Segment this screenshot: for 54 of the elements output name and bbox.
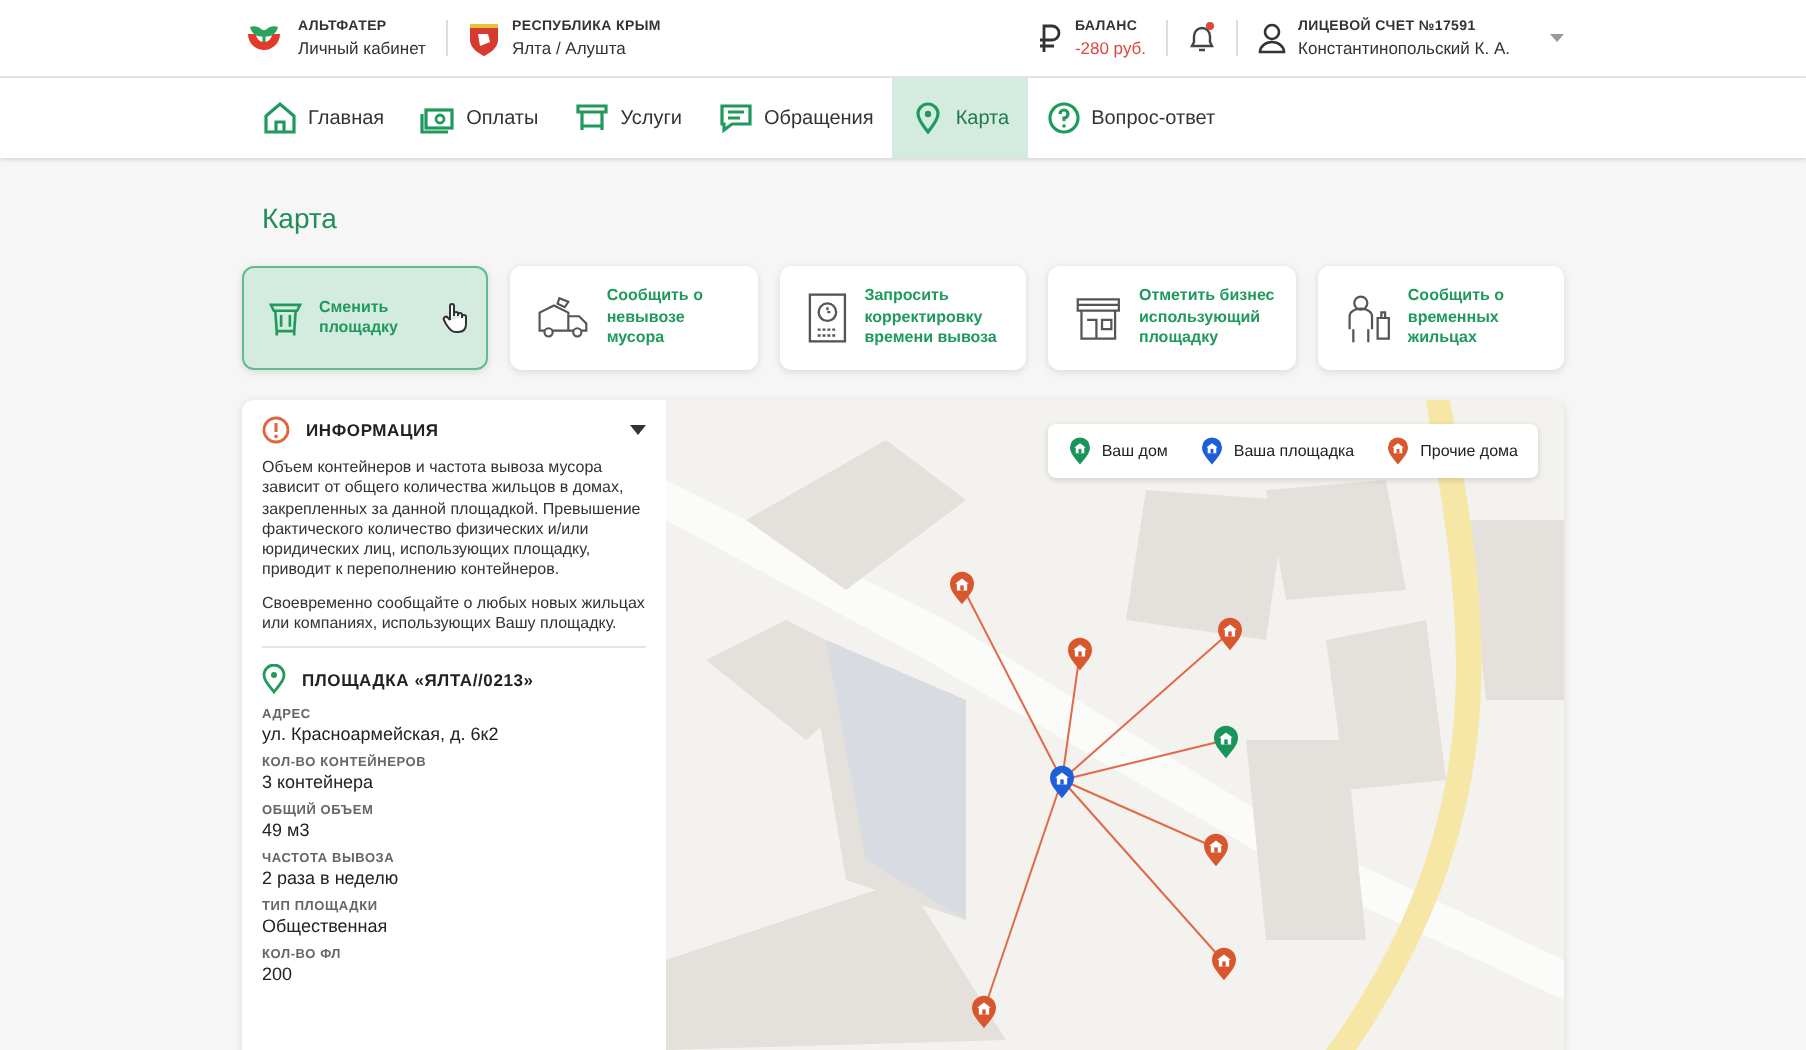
- action-card[interactable]: Сообщить о невывозе мусора: [510, 266, 758, 370]
- hand-cursor-icon: [442, 302, 471, 334]
- storefront-icon: [1074, 292, 1123, 344]
- info-title: ИНФОРМАЦИЯ: [306, 420, 441, 440]
- cart-icon: [574, 100, 611, 136]
- coat-of-arms-icon: [467, 19, 500, 57]
- house-pin-icon[interactable]: [1066, 636, 1094, 672]
- account-holder: Константинопольский К. А.: [1298, 37, 1510, 57]
- person-with-luggage-icon: [1343, 290, 1392, 346]
- field-value: 49 м3: [262, 820, 312, 841]
- region-subtitle: Ялта / Алушта: [511, 37, 628, 57]
- nav-tab[interactable]: Главная: [242, 78, 403, 158]
- notifications-bell-icon[interactable]: [1188, 22, 1217, 54]
- house-pin-icon[interactable]: [1202, 832, 1230, 868]
- action-card[interactable]: Отметить бизнес использующий площадку: [1048, 266, 1296, 370]
- nav-tab[interactable]: Оплаты: [402, 78, 557, 158]
- help-icon: [1045, 100, 1082, 136]
- house-pin-icon[interactable]: [1216, 616, 1244, 652]
- field-value: 200: [262, 964, 295, 985]
- site-title: ПЛОЩАДКА «ЯЛТА//0213»: [302, 669, 536, 690]
- nav-tab[interactable]: Услуги: [556, 78, 700, 158]
- nav-tab[interactable]: Вопрос-ответ: [1027, 78, 1234, 158]
- house-pin-icon[interactable]: [970, 994, 998, 1030]
- action-card[interactable]: Запросить корректировку времени вывоза: [779, 266, 1027, 370]
- page-title: Карта: [260, 200, 339, 238]
- ruble-icon: [1038, 24, 1063, 52]
- nav-tab[interactable]: Обращения: [699, 78, 892, 158]
- location-pin-icon: [262, 664, 286, 695]
- clock-panel-icon: [805, 290, 849, 346]
- warning-icon: [262, 416, 290, 444]
- info-paragraph: Объем контейнеров и частота вывоза мусора зависит от общего количества жильцов в домах, закрепленных за данной площадкой. Превышение фактического количество физических и/или юридических лиц, использующих площадку, приводит к переполнению контейнеров.: [262, 458, 643, 582]
- legend-label: Прочие дома: [1420, 439, 1518, 463]
- brand-subtitle: Личный кабинет: [298, 37, 426, 57]
- legend-label: Ваша площадка: [1233, 439, 1355, 463]
- balance-value: -280 руб.: [1074, 37, 1147, 57]
- field-value: Общественная: [262, 916, 390, 937]
- chat-icon: [717, 100, 754, 136]
- house-pin-icon[interactable]: [1212, 724, 1240, 760]
- field-value: ул. Красноармейская, д. 6к2: [262, 724, 501, 745]
- field-value: 3 контейнера: [262, 772, 376, 793]
- collapse-caret-icon[interactable]: [630, 424, 646, 436]
- action-card[interactable]: Сменить площадку: [242, 266, 489, 370]
- legend-label: Ваш дом: [1101, 439, 1168, 463]
- info-paragraph: Своевременно сообщайте о любых новых жильцах или компаниях, использующих Вашу площадку.: [262, 593, 646, 635]
- caret-icon[interactable]: [1550, 34, 1564, 42]
- home-icon: [262, 100, 298, 136]
- field-value: 2 раза в неделю: [262, 868, 401, 889]
- garbage-truck-icon: [536, 292, 591, 344]
- nav-tab[interactable]: Карта: [891, 78, 1028, 158]
- house-pin-icon[interactable]: [948, 570, 976, 606]
- container-site-pin-icon[interactable]: [1048, 764, 1076, 800]
- house-pin-icon[interactable]: [1210, 946, 1238, 982]
- user-icon: [1258, 22, 1287, 54]
- action-card[interactable]: Сообщить о временных жильцах: [1317, 266, 1565, 370]
